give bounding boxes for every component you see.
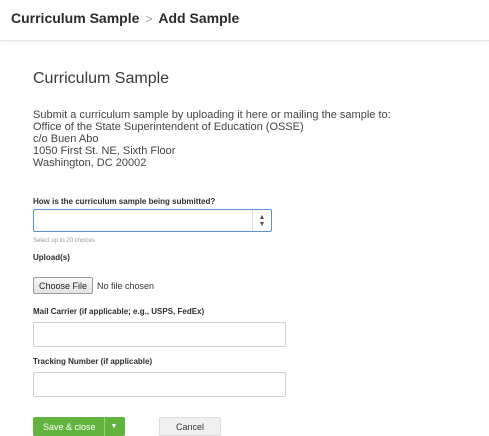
up-down-chevrons-icon[interactable]: ▲ ▼ — [252, 210, 271, 231]
choose-file-button[interactable]: Choose File — [33, 277, 94, 294]
uploads-label: Upload(s) — [33, 253, 70, 262]
cancel-button[interactable]: Cancel — [159, 417, 221, 436]
breadcrumb-current: Add Sample — [158, 10, 240, 26]
breadcrumb: Curriculum Sample > Add Sample — [11, 10, 239, 26]
save-button-group: Save & close ▼ — [33, 417, 126, 436]
breadcrumb-separator: > — [145, 12, 153, 26]
instructions-line: Office of the State Superintendent of Ed… — [33, 121, 304, 133]
submission-method-label: How is the curriculum sample being submi… — [33, 197, 216, 206]
page-title: Curriculum Sample — [33, 70, 170, 87]
caret-down-icon[interactable]: ▼ — [103, 417, 126, 436]
breadcrumb-parent[interactable]: Curriculum Sample — [11, 10, 139, 26]
submission-method-select[interactable]: ▲ ▼ — [33, 209, 272, 232]
instructions-line: Submit a curriculum sample by uploading … — [33, 109, 391, 121]
instructions-line: Washington, DC 20002 — [33, 157, 147, 169]
submission-method-hint: Select up to 20 choices — [33, 238, 96, 244]
instructions-line: c/o Buen Abo — [33, 133, 99, 145]
file-status: No file chosen — [97, 280, 155, 291]
mail-carrier-label: Mail Carrier (if applicable; e.g., USPS,… — [33, 307, 205, 316]
mail-carrier-input[interactable] — [33, 322, 286, 347]
instructions-line: 1050 First St. NE, Sixth Floor — [33, 145, 176, 157]
tracking-number-label: Tracking Number (if applicable) — [33, 357, 153, 366]
top-bar: Curriculum Sample > Add Sample — [0, 0, 489, 41]
file-upload: Choose File No file chosen — [33, 277, 154, 294]
tracking-number-input[interactable] — [33, 372, 286, 397]
instructions: Submit a curriculum sample by uploading … — [33, 109, 483, 169]
save-close-button[interactable]: Save & close — [33, 422, 104, 432]
